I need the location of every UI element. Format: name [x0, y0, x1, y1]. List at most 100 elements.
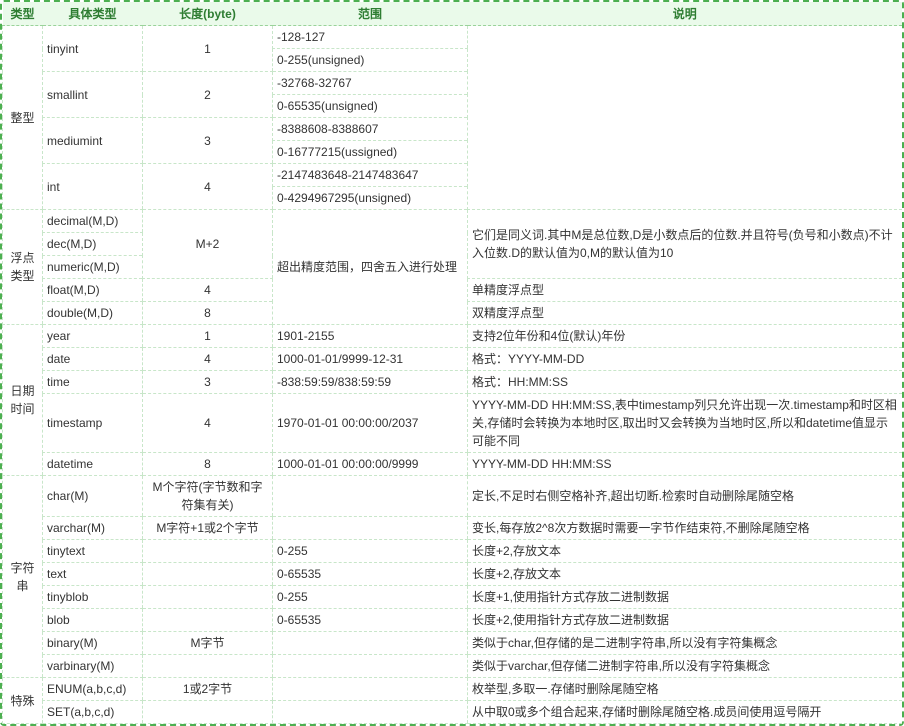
- cell-subtype: text: [43, 563, 143, 586]
- cell-length: [143, 655, 273, 678]
- cell-range: 1000-01-01/9999-12-31: [273, 348, 468, 371]
- cell-desc: 长度+2,存放文本: [468, 563, 903, 586]
- cell-desc: 类似于varchar,但存储二进制字符串,所以没有字符集概念: [468, 655, 903, 678]
- cell-subtype: year: [43, 325, 143, 348]
- table-row: varchar(M) M字符+1或2个字节 变长,每存放2^8次方数据时需要一字…: [3, 517, 903, 540]
- cell-range: [273, 476, 468, 517]
- cell-range: [273, 517, 468, 540]
- cell-length: 1或2字节: [143, 678, 273, 701]
- cell-length: 8: [143, 453, 273, 476]
- cell-range: 0-65535(unsigned): [273, 95, 468, 118]
- table-row: SET(a,b,c,d) 从中取0或多个组合起来,存储时删除尾随空格.成员间使用…: [3, 701, 903, 724]
- cell-range: -2147483648-2147483647: [273, 164, 468, 187]
- header-length: 长度(byte): [143, 2, 273, 26]
- cell-subtype: float(M,D): [43, 279, 143, 302]
- cell-range: 超出精度范围，四舍五入进行处理: [273, 210, 468, 325]
- cell-range: -128-127: [273, 26, 468, 49]
- cell-subtype: mediumint: [43, 118, 143, 164]
- cell-length: [143, 540, 273, 563]
- table-row: text 0-65535 长度+2,存放文本: [3, 563, 903, 586]
- cell-range: [273, 655, 468, 678]
- cell-desc: 支持2位年份和4位(默认)年份: [468, 325, 903, 348]
- cell-range: 1000-01-01 00:00:00/9999: [273, 453, 468, 476]
- cell-desc: 从中取0或多个组合起来,存储时删除尾随空格.成员间使用逗号隔开: [468, 701, 903, 724]
- cell-range: 1901-2155: [273, 325, 468, 348]
- cell-length: 4: [143, 164, 273, 210]
- cell-subtype: timestamp: [43, 394, 143, 453]
- cell-subtype: datetime: [43, 453, 143, 476]
- cell-desc: 定长,不足时右侧空格补齐,超出切断.检索时自动删除尾随空格: [468, 476, 903, 517]
- cell-length: [143, 586, 273, 609]
- cell-desc: 双精度浮点型: [468, 302, 903, 325]
- cell-range: [273, 632, 468, 655]
- table-row: 特殊 ENUM(a,b,c,d) 1或2字节 枚举型,多取一.存储时删除尾随空格: [3, 678, 903, 701]
- table-row: binary(M) M字节 类似于char,但存储的是二进制字符串,所以没有字符…: [3, 632, 903, 655]
- table-row: 字符串 char(M) M个字符(字节数和字符集有关) 定长,不足时右侧空格补齐…: [3, 476, 903, 517]
- table-row: timestamp 4 1970-01-01 00:00:00/2037 YYY…: [3, 394, 903, 453]
- cell-subtype: char(M): [43, 476, 143, 517]
- cell-length: [143, 563, 273, 586]
- cell-length: 3: [143, 371, 273, 394]
- header-subtype: 具体类型: [43, 2, 143, 26]
- cell-subtype: decimal(M,D): [43, 210, 143, 233]
- cell-subtype: time: [43, 371, 143, 394]
- cell-subtype: date: [43, 348, 143, 371]
- cell-length: 4: [143, 348, 273, 371]
- cell-subtype: double(M,D): [43, 302, 143, 325]
- table-row: tinyblob 0-255 长度+1,使用指针方式存放二进制数据: [3, 586, 903, 609]
- cell-length: 1: [143, 325, 273, 348]
- cell-length: [143, 609, 273, 632]
- cell-range: -8388608-8388607: [273, 118, 468, 141]
- category-int: 整型: [3, 26, 43, 210]
- cell-subtype: numeric(M,D): [43, 256, 143, 279]
- cell-length: 4: [143, 394, 273, 453]
- cell-length: 2: [143, 72, 273, 118]
- table-row: tinytext 0-255 长度+2,存放文本: [3, 540, 903, 563]
- datatype-table-container: 类型 具体类型 长度(byte) 范围 说明 整型 tinyint 1 -128…: [0, 0, 904, 726]
- cell-length: 1: [143, 26, 273, 72]
- table-row: datetime 8 1000-01-01 00:00:00/9999 YYYY…: [3, 453, 903, 476]
- table-row: varbinary(M) 类似于varchar,但存储二进制字符串,所以没有字符…: [3, 655, 903, 678]
- cell-subtype: SET(a,b,c,d): [43, 701, 143, 724]
- cell-length: M字节: [143, 632, 273, 655]
- cell-desc: 长度+1,使用指针方式存放二进制数据: [468, 586, 903, 609]
- cell-length: [143, 701, 273, 724]
- cell-range: -838:59:59/838:59:59: [273, 371, 468, 394]
- cell-range: -32768-32767: [273, 72, 468, 95]
- datatype-table: 类型 具体类型 长度(byte) 范围 说明 整型 tinyint 1 -128…: [2, 2, 902, 724]
- cell-desc: 变长,每存放2^8次方数据时需要一字节作结束符,不删除尾随空格: [468, 517, 903, 540]
- cell-desc: 格式：YYYY-MM-DD: [468, 348, 903, 371]
- category-special: 特殊: [3, 678, 43, 724]
- cell-length: M+2: [143, 210, 273, 279]
- cell-range: [273, 701, 468, 724]
- category-float: 浮点类型: [3, 210, 43, 325]
- cell-desc: 类似于char,但存储的是二进制字符串,所以没有字符集概念: [468, 632, 903, 655]
- cell-length: M个字符(字节数和字符集有关): [143, 476, 273, 517]
- cell-range: 1970-01-01 00:00:00/2037: [273, 394, 468, 453]
- table-row: blob 0-65535 长度+2,使用指针方式存放二进制数据: [3, 609, 903, 632]
- cell-subtype: dec(M,D): [43, 233, 143, 256]
- cell-desc: YYYY-MM-DD HH:MM:SS,表中timestamp列只允许出现一次.…: [468, 394, 903, 453]
- cell-length: 3: [143, 118, 273, 164]
- cell-desc: 枚举型,多取一.存储时删除尾随空格: [468, 678, 903, 701]
- cell-range: 0-255(unsigned): [273, 49, 468, 72]
- table-row: 整型 tinyint 1 -128-127: [3, 26, 903, 49]
- cell-range: [273, 678, 468, 701]
- cell-range: 0-65535: [273, 609, 468, 632]
- table-row: 浮点类型 decimal(M,D) M+2 超出精度范围，四舍五入进行处理 它们…: [3, 210, 903, 233]
- cell-subtype: smallint: [43, 72, 143, 118]
- table-header-row: 类型 具体类型 长度(byte) 范围 说明: [3, 2, 903, 26]
- cell-range: 0-16777215(ussigned): [273, 141, 468, 164]
- category-date: 日期时间: [3, 325, 43, 476]
- cell-subtype: ENUM(a,b,c,d): [43, 678, 143, 701]
- header-desc: 说明: [468, 2, 903, 26]
- cell-range: 0-65535: [273, 563, 468, 586]
- table-row: time 3 -838:59:59/838:59:59 格式：HH:MM:SS: [3, 371, 903, 394]
- cell-desc: 长度+2,存放文本: [468, 540, 903, 563]
- cell-length: M字符+1或2个字节: [143, 517, 273, 540]
- cell-desc: 长度+2,使用指针方式存放二进制数据: [468, 609, 903, 632]
- cell-subtype: binary(M): [43, 632, 143, 655]
- cell-subtype: tinytext: [43, 540, 143, 563]
- cell-subtype: blob: [43, 609, 143, 632]
- cell-subtype: varchar(M): [43, 517, 143, 540]
